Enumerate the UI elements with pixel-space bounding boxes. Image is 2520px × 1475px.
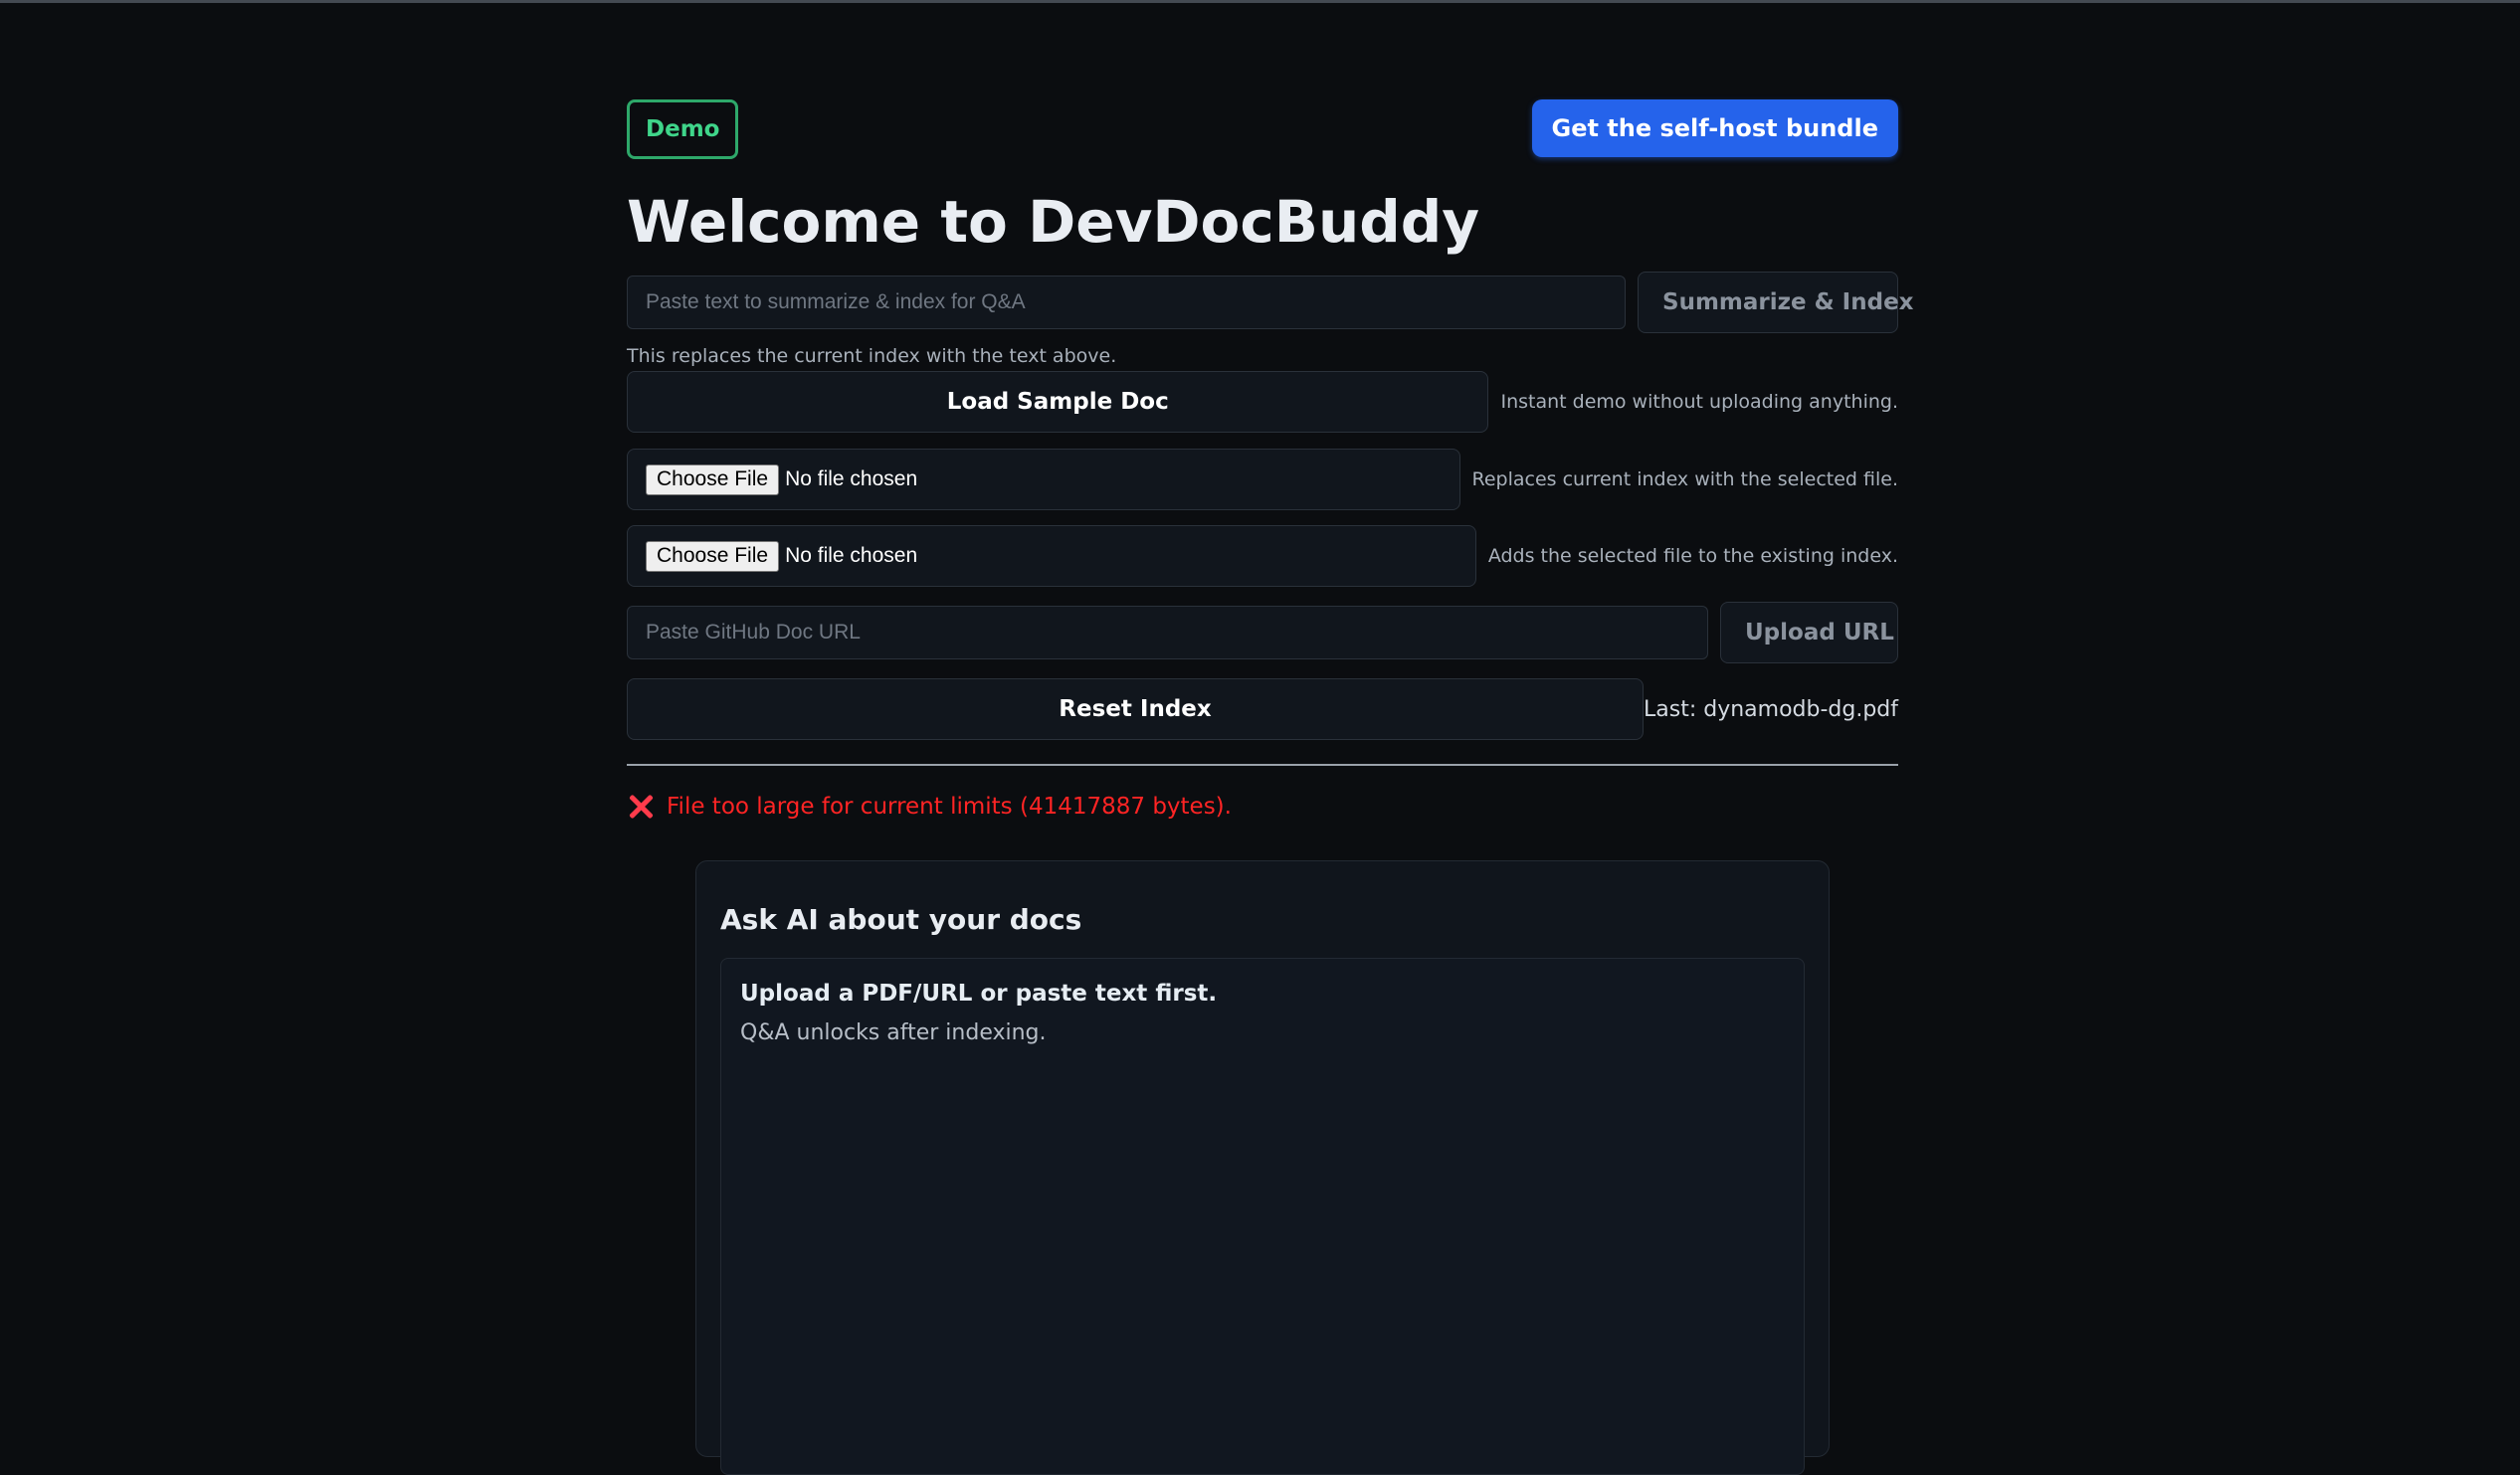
- upload-url-button[interactable]: Upload URL: [1720, 602, 1898, 663]
- main-container: Demo Get the self-host bundle Welcome to…: [627, 99, 1914, 1475]
- summarize-text-input[interactable]: [627, 276, 1626, 329]
- file-status: No file chosen: [785, 544, 918, 567]
- file-status: No file chosen: [785, 467, 918, 490]
- header-row: Demo Get the self-host bundle: [627, 99, 1898, 159]
- sample-hint: Instant demo without uploading anything.: [1500, 391, 1898, 413]
- self-host-bundle-button[interactable]: Get the self-host bundle: [1531, 99, 1898, 157]
- file-add-input[interactable]: Choose File No file chosen: [627, 525, 1476, 587]
- last-file-label: Last: dynamodb-dg.pdf: [1644, 696, 1898, 722]
- file-replace-input[interactable]: Choose File No file chosen: [627, 449, 1460, 510]
- file-replace-hint: Replaces current index with the selected…: [1471, 468, 1898, 490]
- sample-row: Load Sample Doc Instant demo without upl…: [627, 371, 1898, 433]
- qa-chat-box: Upload a PDF/URL or paste text first. Q&…: [720, 958, 1805, 1475]
- qa-notice-subtitle: Q&A unlocks after indexing.: [740, 1020, 1047, 1045]
- summarize-hint: This replaces the current index with the…: [627, 345, 1117, 367]
- summarize-index-button[interactable]: Summarize & Index: [1638, 272, 1914, 333]
- page-title: Welcome to DevDocBuddy: [627, 188, 1480, 256]
- section-divider: [627, 764, 1898, 766]
- ask-ai-card: Ask AI about your docs Upload a PDF/URL …: [695, 860, 1830, 1475]
- error-x-icon: [627, 793, 655, 821]
- summarize-row: Summarize & Index: [627, 272, 1914, 333]
- reset-row: Reset Index Last: dynamodb-dg.pdf: [627, 678, 1898, 740]
- reset-index-button[interactable]: Reset Index: [627, 678, 1644, 740]
- error-text: File too large for current limits (41417…: [667, 794, 1232, 820]
- github-url-input[interactable]: [627, 606, 1708, 659]
- file-add-hint: Adds the selected file to the existing i…: [1487, 545, 1898, 567]
- error-message: File too large for current limits (41417…: [627, 790, 1898, 824]
- choose-file-button[interactable]: Choose File: [646, 463, 780, 495]
- qa-notice-title: Upload a PDF/URL or paste text first.: [740, 981, 1218, 1007]
- ask-ai-title: Ask AI about your docs: [720, 903, 1082, 936]
- url-upload-row: Upload URL: [627, 602, 1898, 663]
- top-border: [0, 0, 2520, 3]
- choose-file-button[interactable]: Choose File: [646, 540, 780, 572]
- file-add-row: Choose File No file chosen Adds the sele…: [627, 525, 1898, 587]
- file-replace-row: Choose File No file chosen Replaces curr…: [627, 449, 1898, 510]
- load-sample-doc-button[interactable]: Load Sample Doc: [627, 371, 1489, 433]
- demo-badge: Demo: [627, 99, 739, 159]
